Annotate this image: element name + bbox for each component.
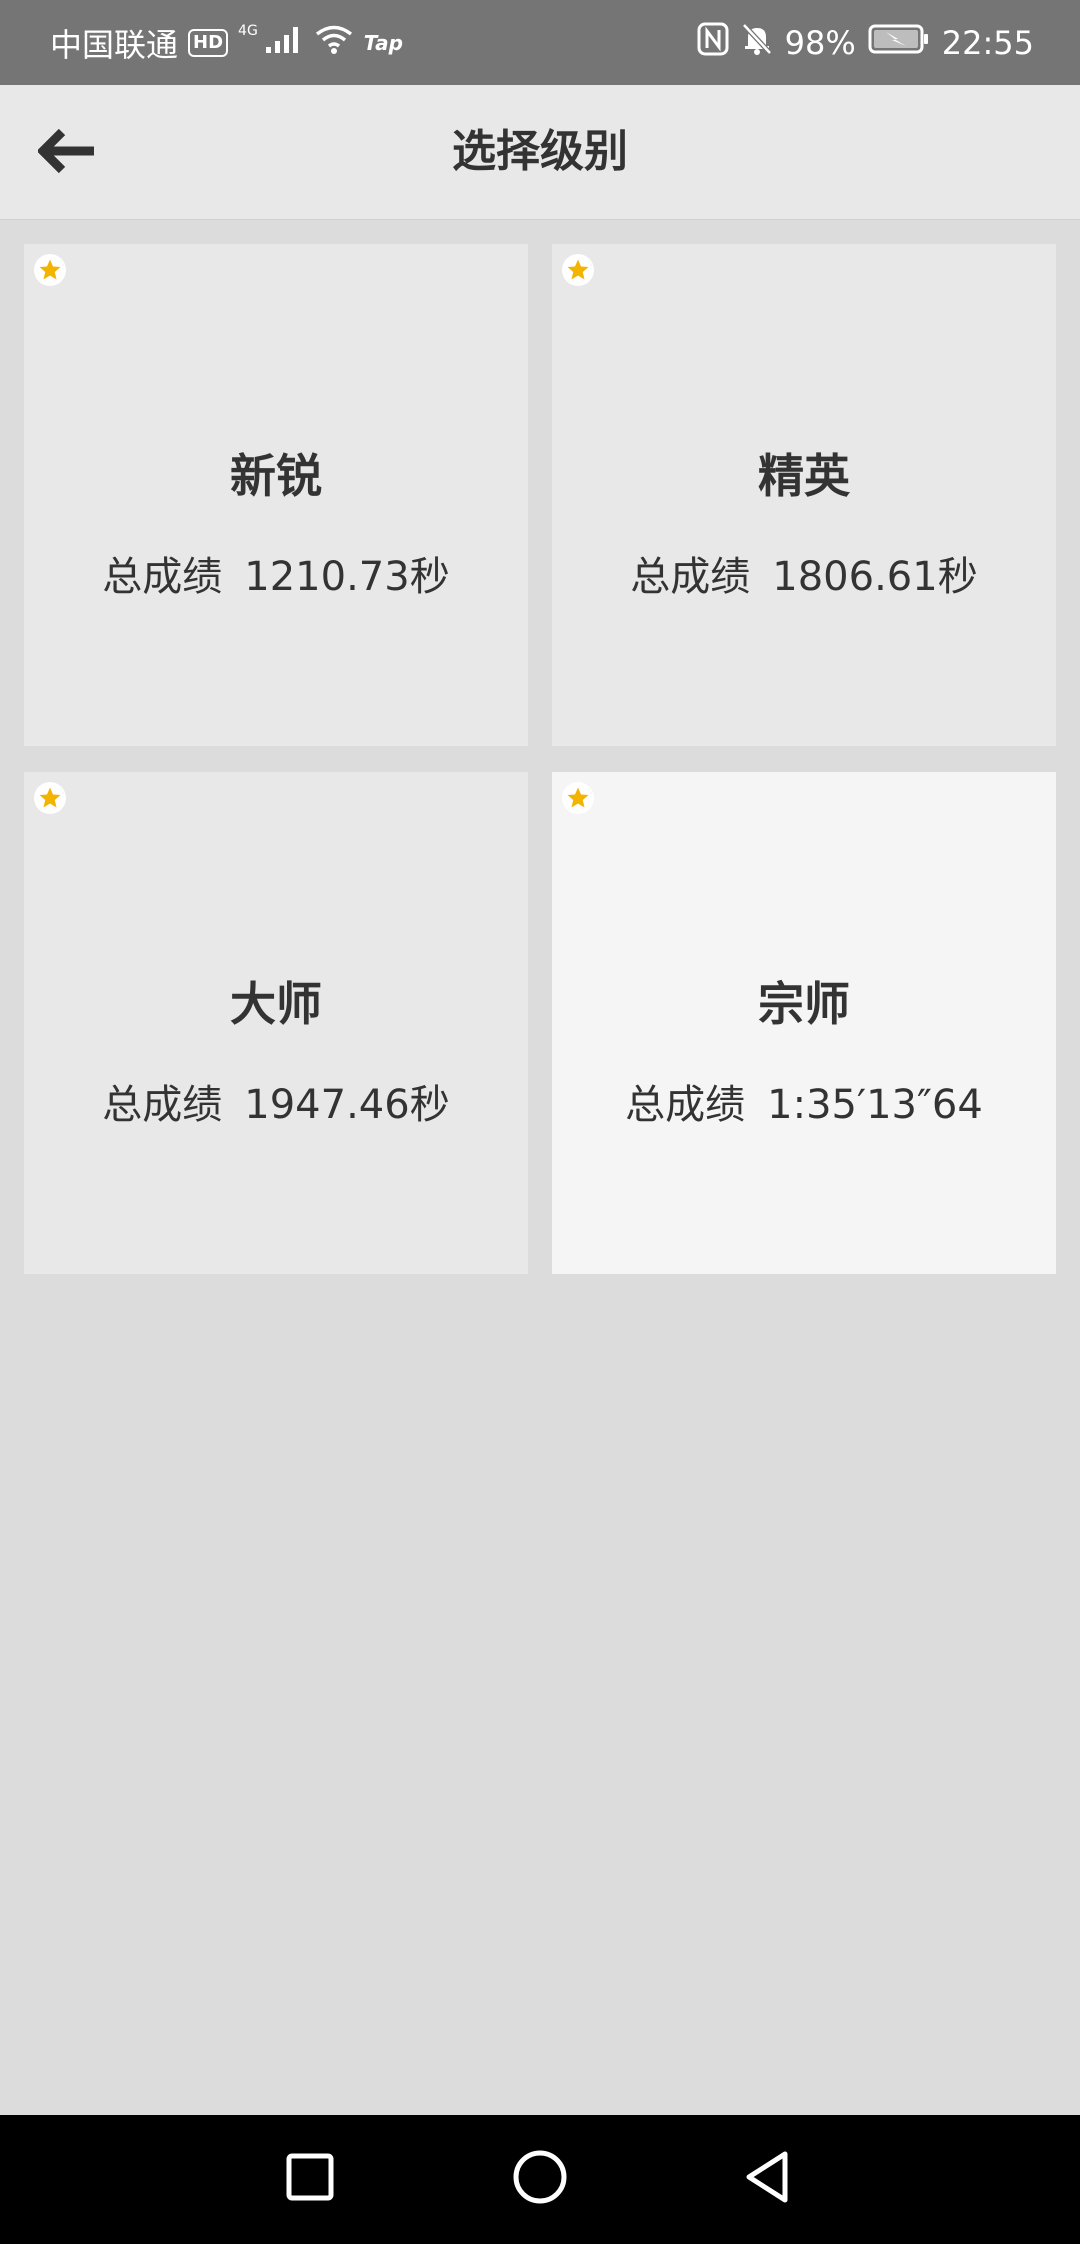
hd-icon: HD [188, 28, 229, 57]
score-label: 总成绩 [630, 554, 751, 600]
score-value: 1947.46秒 [244, 1082, 450, 1128]
network-type: 4G [238, 22, 258, 39]
tap-indicator: Tap [363, 30, 403, 55]
level-card-2[interactable]: 精英 总成绩 1806.61秒 [552, 244, 1056, 746]
level-name: 宗师 [758, 977, 850, 1031]
wifi-icon [314, 23, 354, 63]
level-name: 精英 [758, 449, 850, 503]
app-bar: 选择级别 [0, 85, 1080, 220]
score-label: 总成绩 [625, 1082, 746, 1128]
home-button[interactable] [502, 2141, 578, 2217]
level-grid: 新锐 总成绩 1210.73秒 精英 总成绩 1806.61秒 大师 总成绩 1947… [24, 244, 1056, 1274]
level-card-4[interactable]: 宗师 总成绩 1:35′13″64 [552, 772, 1056, 1274]
recent-apps-button[interactable] [272, 2141, 348, 2217]
battery-charging-icon [868, 23, 930, 63]
carrier-name: 中国联通 [50, 25, 179, 64]
page-title: 选择级别 [452, 126, 628, 177]
home-circle-icon [512, 2149, 568, 2209]
star-icon [562, 254, 594, 286]
score-label: 总成绩 [102, 1082, 223, 1128]
score-value: 1:35′13″64 [767, 1082, 983, 1128]
clock: 22:55 [941, 23, 1034, 62]
star-icon [34, 254, 66, 286]
bell-muted-icon [741, 22, 773, 64]
level-score: 总成绩 1947.46秒 [24, 1072, 528, 1130]
system-back-button[interactable] [730, 2141, 806, 2217]
star-icon [34, 782, 66, 814]
navigation-bar [0, 2115, 1080, 2244]
score-label: 总成绩 [102, 554, 223, 600]
level-score: 总成绩 1:35′13″64 [552, 1072, 1056, 1130]
level-name: 大师 [230, 977, 322, 1031]
back-triangle-icon [743, 2149, 793, 2209]
level-score: 总成绩 1210.73秒 [24, 544, 528, 602]
score-value: 1806.61秒 [772, 554, 978, 600]
star-icon [562, 782, 594, 814]
nfc-icon [697, 22, 729, 64]
level-score: 总成绩 1806.61秒 [552, 544, 1056, 602]
battery-percent: 98% [784, 23, 856, 62]
status-left: 中国联通 HD 4G Tap [50, 0, 403, 85]
recent-apps-square-icon [285, 2152, 335, 2206]
level-card-1[interactable]: 新锐 总成绩 1210.73秒 [24, 244, 528, 746]
level-name: 新锐 [230, 449, 322, 503]
status-bar: 中国联通 HD 4G Tap 98% 22:55 [0, 0, 1080, 85]
signal-icon [264, 23, 304, 63]
status-right: 98% 22:55 [697, 0, 1034, 85]
level-card-3[interactable]: 大师 总成绩 1947.46秒 [24, 772, 528, 1274]
score-value: 1210.73秒 [244, 554, 450, 600]
